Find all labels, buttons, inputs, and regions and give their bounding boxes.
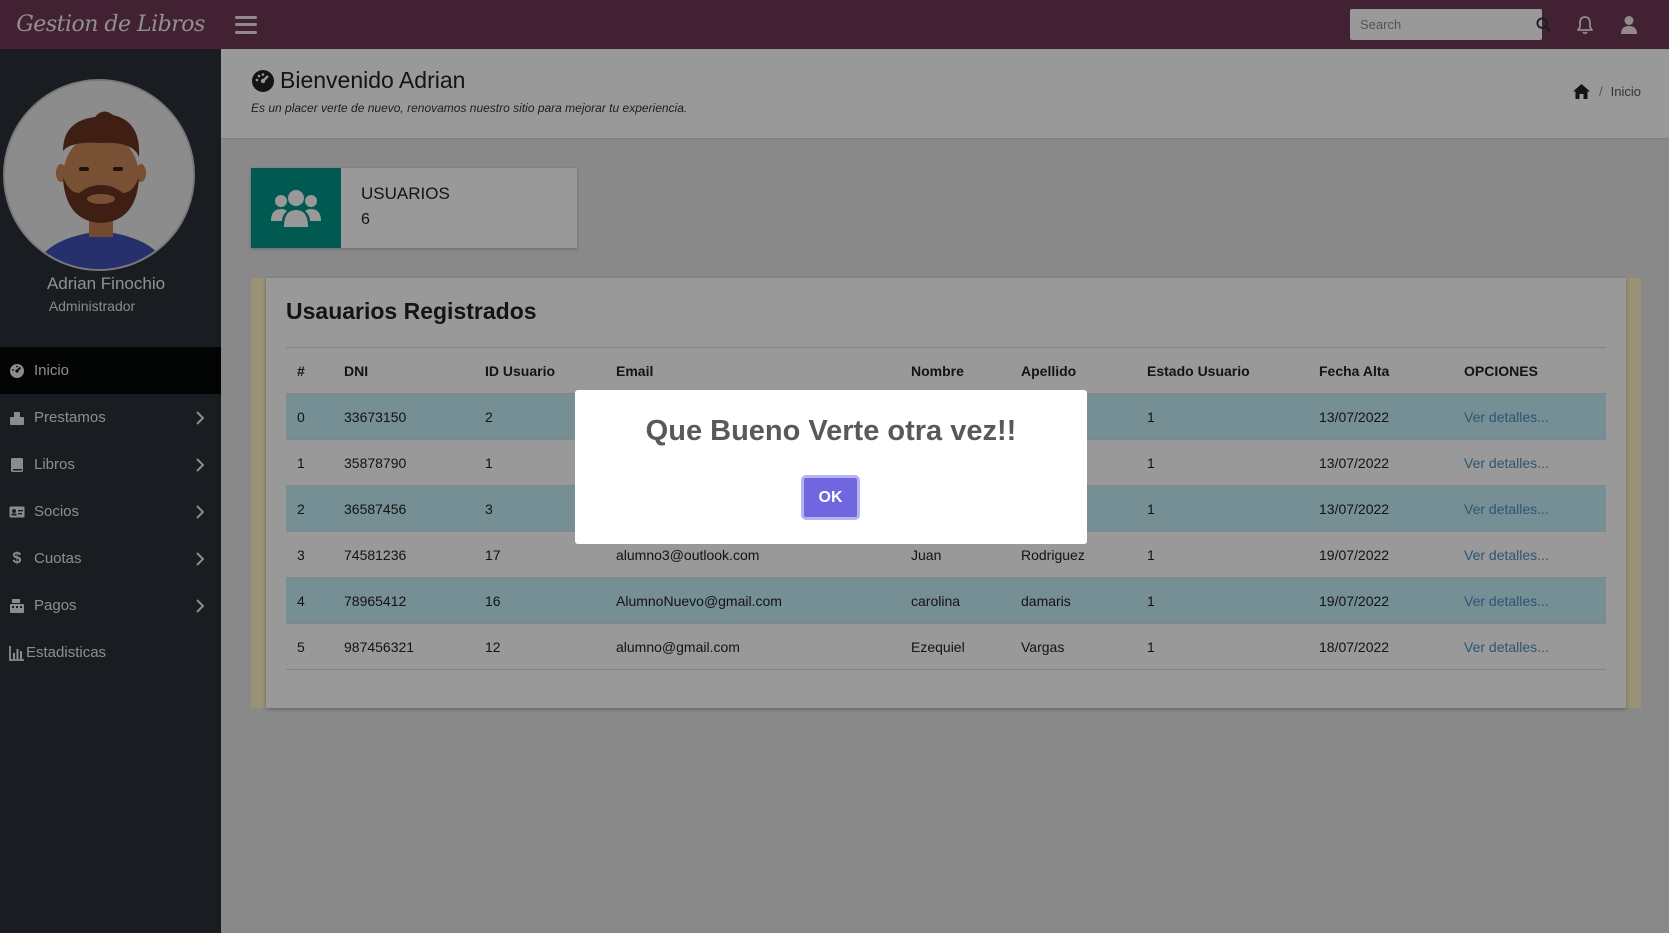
dialog-title: Que Bueno Verte otra vez!!: [645, 415, 1017, 447]
ok-button[interactable]: OK: [801, 475, 860, 520]
welcome-dialog: Que Bueno Verte otra vez!! OK: [575, 390, 1087, 544]
